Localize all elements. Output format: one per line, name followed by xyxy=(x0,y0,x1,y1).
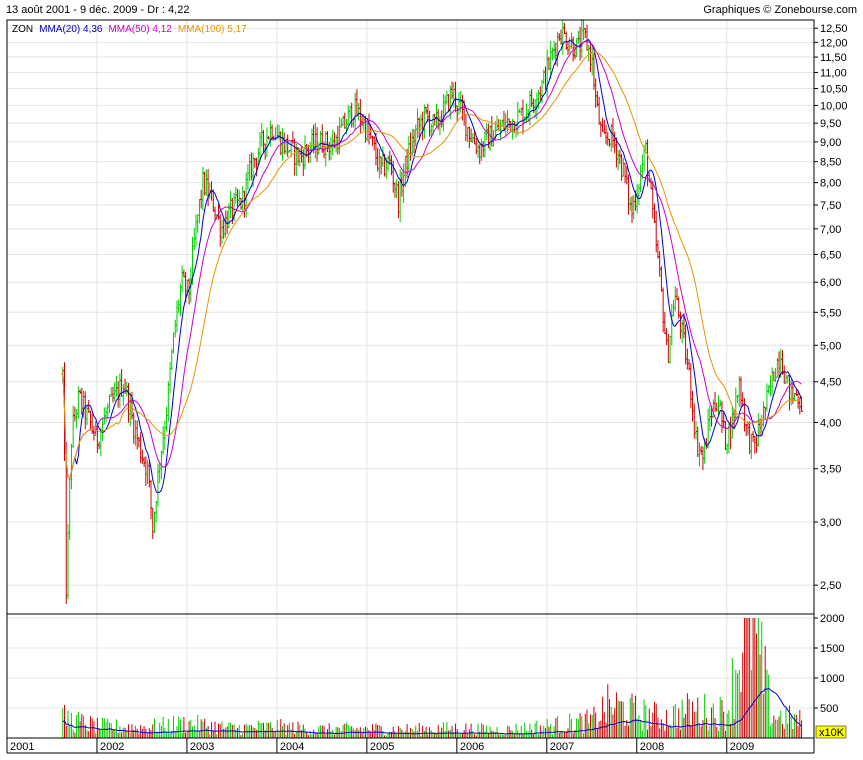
volume-tick-label: 500 xyxy=(820,703,838,715)
year-label: 2001 xyxy=(10,741,34,753)
price-tick-label: 10,50 xyxy=(820,84,848,96)
legend-item: MMA(20) 4,36 xyxy=(39,24,103,35)
year-label: 2002 xyxy=(100,741,124,753)
price-bars xyxy=(61,18,804,604)
legend-item: MMA(50) 4,12 xyxy=(108,24,172,35)
price-panel-border xyxy=(6,19,815,615)
volume-tick-label: 2000 xyxy=(820,613,844,625)
price-tick-label: 6,00 xyxy=(820,277,841,289)
year-label: 2006 xyxy=(460,741,484,753)
price-tick-label: 12,00 xyxy=(820,37,848,49)
price-tick-label: 7,00 xyxy=(820,224,841,236)
price-tick-label: 4,00 xyxy=(820,418,841,430)
price-tick-label: 9,00 xyxy=(820,137,841,149)
volume-multiplier-label: x10K xyxy=(819,727,845,739)
price-tick-label: 2,50 xyxy=(820,580,841,592)
chart-legend: ZON MMA(20) 4,36 MMA(50) 4,12 MMA(100) 5,17 xyxy=(12,24,247,35)
legend-item: ZON xyxy=(12,24,33,35)
price-tick-label: 8,00 xyxy=(820,178,841,190)
price-tick-label: 10,00 xyxy=(820,100,848,112)
price-tick-label: 11,50 xyxy=(820,52,847,64)
chart-canvas: 2,50 3,00 3,50 4,00 4,50 5,00 5,50 6,00 6,50 7,00… xyxy=(6,18,848,754)
price-tick-label: 7,50 xyxy=(820,200,841,212)
year-label: 2004 xyxy=(280,741,304,753)
price-tick-label: 8,50 xyxy=(820,157,841,169)
price-tick-label: 3,50 xyxy=(820,464,841,476)
legend-item: MMA(100) 5,17 xyxy=(178,24,247,35)
ma100-line xyxy=(62,51,802,479)
price-panel: 2,50 3,00 3,50 4,00 4,50 5,00 5,50 6,00 6,50 7,00… xyxy=(6,18,848,615)
volume-tick-label: 1000 xyxy=(820,673,844,685)
volume-tick-label: 1500 xyxy=(820,643,844,655)
price-tick-label: 12,50 xyxy=(820,23,848,35)
year-label: 2007 xyxy=(550,741,574,753)
price-tick-label: 11,00 xyxy=(820,67,847,79)
year-label: 2005 xyxy=(370,741,394,753)
price-tick-label: 6,50 xyxy=(820,249,841,261)
price-tick-label: 5,00 xyxy=(820,340,841,352)
year-label: 2009 xyxy=(730,741,754,753)
price-tick-label: 3,00 xyxy=(820,517,841,529)
price-tick-label: 9,50 xyxy=(820,118,841,130)
year-label: 2008 xyxy=(640,741,664,753)
price-tick-label: 5,50 xyxy=(820,307,841,319)
volume-panel: 500 1000 1500 2000 xyxy=(6,613,844,739)
price-tick-label: 4,50 xyxy=(820,377,841,389)
ma50-line xyxy=(62,40,802,479)
year-label: 2003 xyxy=(190,741,214,753)
